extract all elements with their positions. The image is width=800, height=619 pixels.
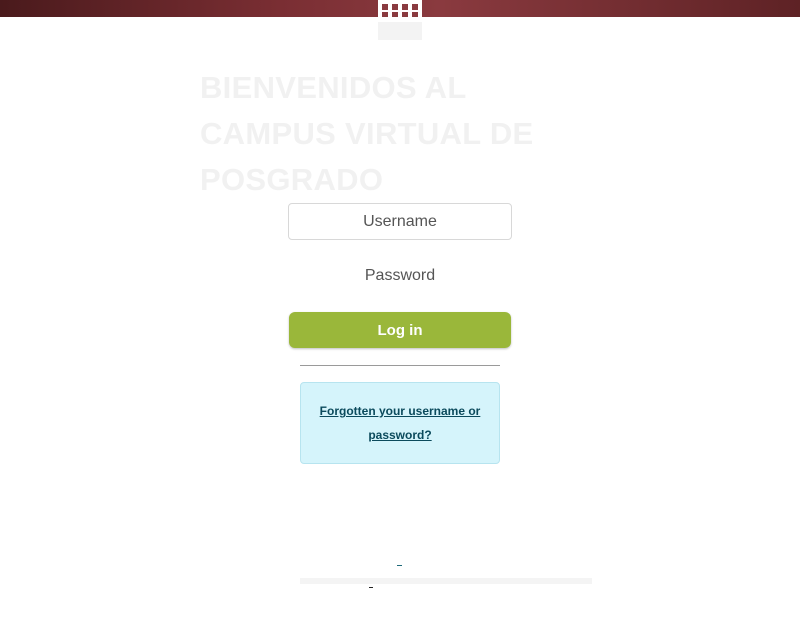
divider xyxy=(300,365,500,366)
building-icon xyxy=(378,0,422,42)
forgot-credentials-box: Forgotten your username or password? xyxy=(300,382,500,464)
faded-footer-note xyxy=(300,482,500,497)
tiny-text-fragment xyxy=(369,587,373,588)
password-field[interactable] xyxy=(288,257,512,294)
login-page: BIENVENIDOS AL CAMPUS VIRTUAL DE POSGRAD… xyxy=(0,0,800,619)
login-button[interactable]: Log in xyxy=(289,312,511,348)
welcome-title: BIENVENIDOS AL CAMPUS VIRTUAL DE POSGRAD… xyxy=(200,70,534,197)
username-field[interactable] xyxy=(288,203,512,240)
tiny-link-fragment xyxy=(397,565,402,566)
forgot-credentials-link[interactable]: Forgotten your username or password? xyxy=(313,399,487,447)
faded-footer-strip xyxy=(300,578,592,584)
